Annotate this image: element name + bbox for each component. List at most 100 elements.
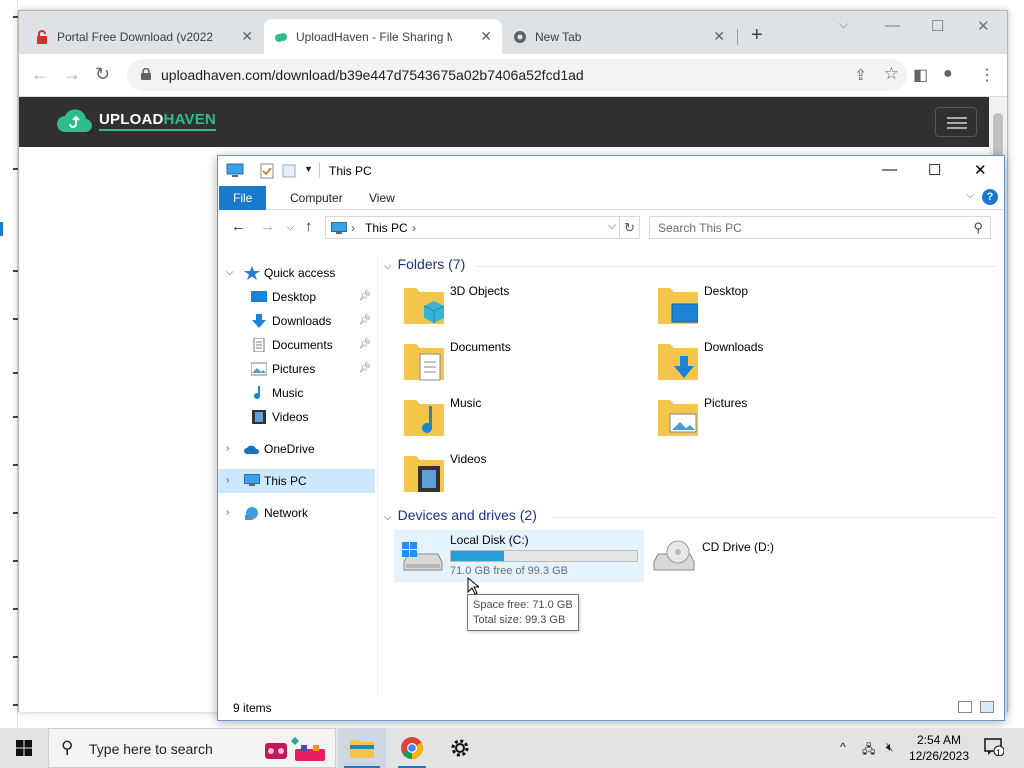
tab-new-tab[interactable]: New Tab ✕ [503,19,735,54]
chrome-icon [401,737,423,759]
nav-desktop[interactable]: Desktop 📌︎ [218,285,375,309]
back-button[interactable]: ← [231,218,246,235]
recent-locations-icon[interactable]: ⌵ [287,222,294,233]
ribbon-tab-computer[interactable]: Computer [276,186,357,210]
pin-icon[interactable]: 📌︎ [358,309,371,333]
folder-videos[interactable]: Videos [404,450,644,502]
folder-documents[interactable]: Documents [404,338,644,390]
profile-icon[interactable]: ● [943,65,953,83]
ribbon: File Computer View ⌵ ? [218,186,1004,210]
collapsed-arrow-icon[interactable]: › [226,469,229,493]
system-clock[interactable]: 2:54 AM 12/26/2023 [904,732,974,764]
lock-icon [141,68,151,80]
reload-button[interactable]: ↻ [95,64,110,85]
breadcrumb-chevron-icon: › [351,221,355,235]
customize-toolbar-icon[interactable]: ▼ [304,164,313,174]
drives-group-header[interactable]: ⌵ Devices and drives (2) [384,507,537,523]
nav-pictures[interactable]: Pictures 📌︎ [218,357,375,381]
folder-music[interactable]: Music [404,394,644,446]
folder-desktop[interactable]: Desktop [658,282,898,334]
folder-downloads[interactable]: Downloads [658,338,898,390]
show-hidden-icons-chevron-icon[interactable]: ^ [840,740,846,754]
folder-pictures[interactable]: Pictures [658,394,898,446]
expanded-arrow-icon[interactable]: ⌵ [226,261,234,285]
folder-3d-objects[interactable]: 3D Objects [404,282,644,334]
taskbar-file-explorer[interactable] [338,728,386,768]
ribbon-tab-file[interactable]: File [219,186,267,210]
taskbar-settings[interactable] [436,728,484,768]
nav-documents[interactable]: Documents 📌︎ [218,333,375,357]
close-window-button[interactable]: ✕ [977,17,990,35]
tab-uploadhaven[interactable]: UploadHaven - File Sharing Ma ✕ [264,19,502,54]
nav-videos[interactable]: Videos [218,405,375,429]
refresh-button[interactable]: ↻ [620,216,640,239]
search-box[interactable]: Search This PC ⚲ [649,216,991,239]
address-bar[interactable]: uploadhaven.com/download/b39e447d7543675… [127,59,907,91]
close-tab-icon[interactable]: ✕ [241,28,253,45]
nav-downloads[interactable]: Downloads 📌︎ [218,309,375,333]
music-icon [254,386,261,400]
search-icon: ⚲ [61,738,74,757]
menu-icon[interactable]: ⋮ [979,65,995,85]
back-button[interactable]: ← [31,64,49,85]
nav-this-pc[interactable]: › This PC [218,469,375,493]
uploadhaven-logo[interactable]: UPLOADHAVEN [55,106,216,136]
folders-group-header[interactable]: ⌵ Folders (7) [384,256,465,272]
ribbon-tab-view[interactable]: View [355,186,409,210]
network-tray-icon[interactable]: 🖧︎ [862,740,875,761]
bookmark-star-icon[interactable]: ☆ [884,64,899,84]
maximize-button[interactable]: ☐ [931,17,944,35]
breadcrumb-chevron-icon[interactable]: › [412,221,416,235]
computer-icon [244,474,260,486]
maximize-button[interactable]: ☐ [928,161,941,179]
address-dropdown-icon[interactable]: ⌵ [608,220,616,233]
address-path[interactable]: › This PC › ⌵ [325,216,620,239]
documents-icon [253,338,265,352]
side-panel-icon[interactable]: ◧ [913,65,928,85]
close-button[interactable]: ✕ [974,161,987,179]
forward-button[interactable]: → [63,64,81,85]
expand-ribbon-icon[interactable]: ⌵ [966,190,974,201]
new-folder-icon[interactable] [282,163,296,179]
pin-icon[interactable]: 📌︎ [358,333,371,357]
nav-music[interactable]: Music [218,381,375,405]
folder-desktop-icon [658,288,698,324]
hamburger-menu-button[interactable] [935,107,977,137]
help-icon[interactable]: ? [982,189,998,205]
details-view-icon[interactable] [958,701,972,713]
close-tab-icon[interactable]: ✕ [480,28,492,45]
uploadhaven-favicon-icon [275,32,287,42]
large-icons-view-icon[interactable] [980,701,994,713]
minimize-button[interactable]: — [882,161,897,178]
share-icon[interactable]: ⇪ [854,66,867,84]
taskbar-search[interactable]: ⚲ Type here to search [48,728,336,768]
volume-muted-icon[interactable]: 🔇︎ [886,740,894,755]
nav-network[interactable]: › Network [218,501,375,525]
close-tab-icon[interactable]: ✕ [713,28,725,45]
properties-icon[interactable] [260,163,274,179]
drive-tooltip: Space free: 71.0 GB Total size: 99.3 GB [467,594,579,631]
minimize-button[interactable]: — [885,17,900,34]
pin-icon[interactable]: 📌︎ [358,285,371,309]
collapsed-arrow-icon[interactable]: › [226,501,229,525]
search-highlight-icon[interactable] [261,733,333,765]
desktop-icon [251,291,267,302]
content-pane: ⌵ Folders (7) 3D Objects Desktop Document… [380,252,1000,702]
taskbar-search-placeholder: Type here to search [89,741,213,757]
drive-local-disk-c[interactable]: Local Disk (C:) 71.0 GB free of 99.3 GB [394,530,644,582]
downloads-icon [252,314,266,328]
taskbar-chrome[interactable] [388,728,436,768]
tab-portal[interactable]: Portal Free Download (v2022.11 ✕ [25,19,263,54]
collapsed-arrow-icon[interactable]: › [226,437,229,461]
new-tab-button[interactable]: + [751,25,763,45]
breadcrumb-this-pc[interactable]: This PC [365,221,408,235]
nav-onedrive[interactable]: › OneDrive [218,437,375,461]
windows-start-icon[interactable] [16,740,32,756]
tab-search-icon[interactable]: ⌵ [839,17,848,32]
nav-quick-access[interactable]: ⌵ Quick access [218,261,375,285]
browser-toolbar: ← → ↻ uploadhaven.com/download/b39e447d7… [19,54,1007,97]
pin-icon[interactable]: 📌︎ [358,357,371,381]
forward-button[interactable]: → [260,218,275,235]
drive-cd-d[interactable]: CD Drive (D:) [648,530,848,582]
up-button[interactable]: ↑ [305,218,313,235]
